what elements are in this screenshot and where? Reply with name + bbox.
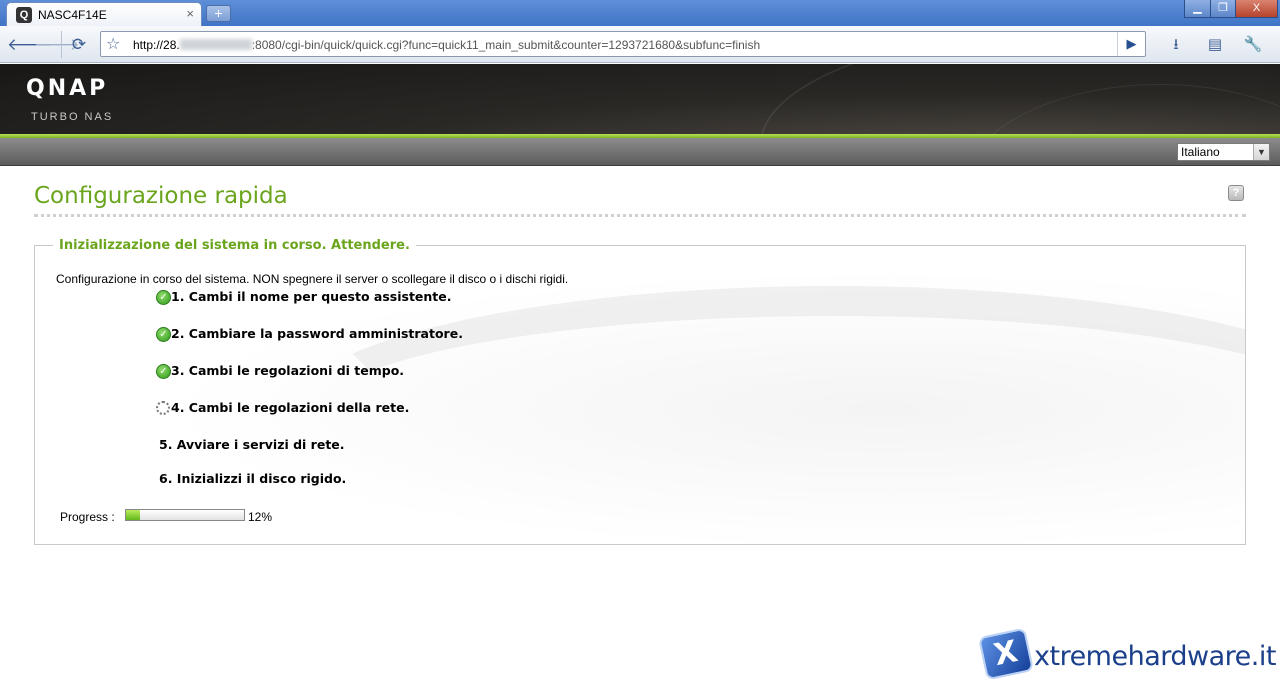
wrench-icon[interactable]: 🔧 [1243,35,1263,55]
language-bar: Italiano ▼ [0,138,1280,166]
check-icon: ✓ [156,364,171,379]
step-4: 4. Cambi le regolazioni della rete. [171,400,410,415]
help-icon[interactable]: ? [1228,185,1244,201]
bookmark-star-icon[interactable]: ☆ [106,34,120,54]
step-2: 2. Cambiare la password amministratore. [171,326,463,341]
progress-label: Progress : [60,510,115,524]
step-6: 6. Inizializzi il disco rigido. [159,471,347,486]
step-3: 3. Cambi le regolazioni di tempo. [171,363,405,378]
qnap-header: QNAP TURBO NAS [0,64,1280,134]
turbo-nas-subtitle: TURBO NAS [31,111,114,123]
step-1: 1. Cambi il nome per questo assistente. [171,289,452,304]
close-window-button[interactable]: X [1235,0,1278,18]
step-5: 5. Avviare i servizi di rete. [159,437,345,452]
page-menu-icon[interactable]: ▤ [1205,35,1225,55]
page-title: Configurazione rapida [34,183,288,209]
language-select[interactable]: Italiano ▼ [1177,143,1270,161]
warning-notice: Configurazione in corso del sistema. NON… [56,272,569,286]
check-icon: ✓ [156,290,171,305]
browser-tab-bar: Q NASC4F14E × + ▁ ❐ X [0,0,1280,26]
title-divider [34,214,1246,217]
progress-bar [125,509,245,521]
back-arrow-icon[interactable]: 🡐 [7,35,53,55]
loading-spinner-icon [156,401,170,415]
watermark-text: xtremehardware.it [1034,641,1276,672]
xtremehardware-logo-icon: X [977,627,1035,681]
chevron-down-icon[interactable]: ▼ [1253,144,1269,160]
new-tab-button[interactable]: + [206,5,231,22]
url-text[interactable]: http://28.:8080/cgi-bin/quick/quick.cgi?… [133,38,760,52]
toolbar-divider [61,31,62,58]
minimize-button[interactable]: ▁ [1184,0,1211,18]
language-value: Italiano [1181,145,1220,159]
download-icon[interactable]: ⭳ [1166,35,1186,55]
browser-toolbar: 🡐 🡒 ⟳ ☆ http://28.:8080/cgi-bin/quick/qu… [0,26,1280,63]
go-icon[interactable]: ▶ [1117,32,1145,56]
tab-title: NASC4F14E [38,8,107,22]
forward-arrow-icon[interactable]: 🡒 [34,35,80,55]
progress-bar-fill [126,510,141,520]
panel-background-wave [285,286,1245,544]
qnap-logo: QNAP [26,76,109,101]
browser-tab[interactable]: Q NASC4F14E × [6,2,202,26]
restore-button[interactable]: ❐ [1210,0,1236,18]
tab-close-icon[interactable]: × [186,6,194,21]
panel-legend: Inizializzazione del sistema in corso. A… [53,238,416,253]
redacted-host [179,39,252,50]
qnap-favicon-icon: Q [16,7,32,23]
reload-icon[interactable]: ⟳ [69,35,89,55]
progress-percent: 12% [248,510,273,524]
address-bar[interactable]: ☆ http://28.:8080/cgi-bin/quick/quick.cg… [100,31,1146,57]
check-icon: ✓ [156,327,171,342]
